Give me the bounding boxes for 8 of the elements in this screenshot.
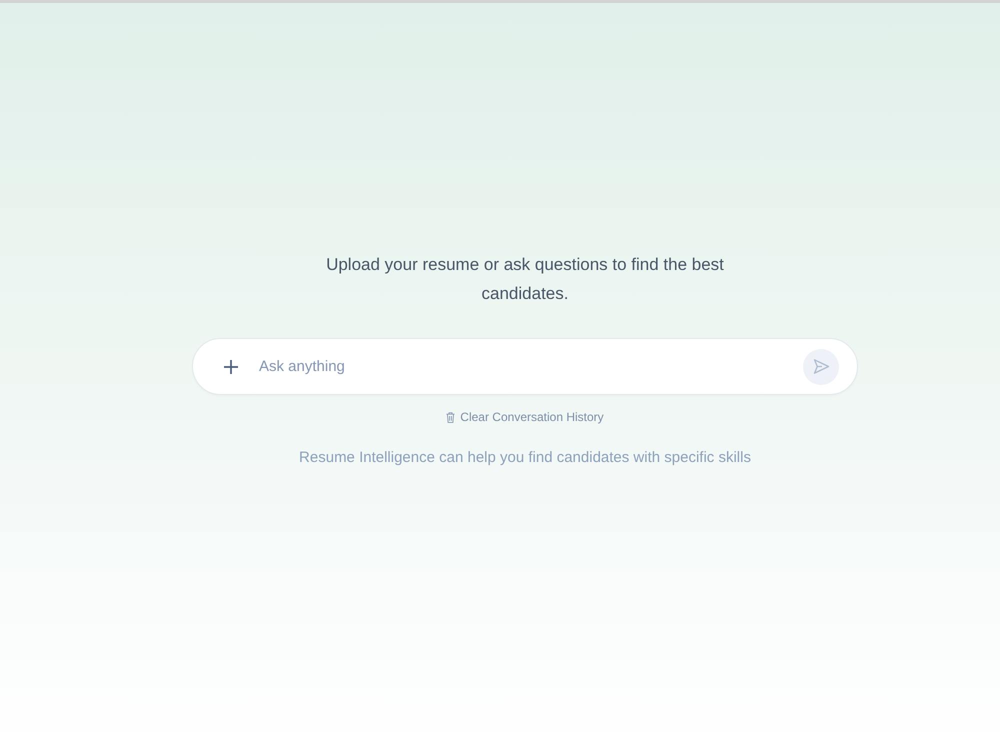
- message-composer[interactable]: Ask anything: [192, 338, 858, 395]
- send-icon: [812, 358, 830, 375]
- ask-input-field[interactable]: Ask anything: [259, 354, 803, 378]
- hint-text: Resume Intelligence can help you find candidates with specific skills: [299, 448, 751, 467]
- trash-icon: [446, 412, 456, 422]
- add-icon[interactable]: [223, 358, 239, 374]
- intro-heading: Upload your resume or ask questions to find the best candidates.: [325, 254, 725, 305]
- clear-history-button[interactable]: Clear Conversation History: [446, 410, 604, 424]
